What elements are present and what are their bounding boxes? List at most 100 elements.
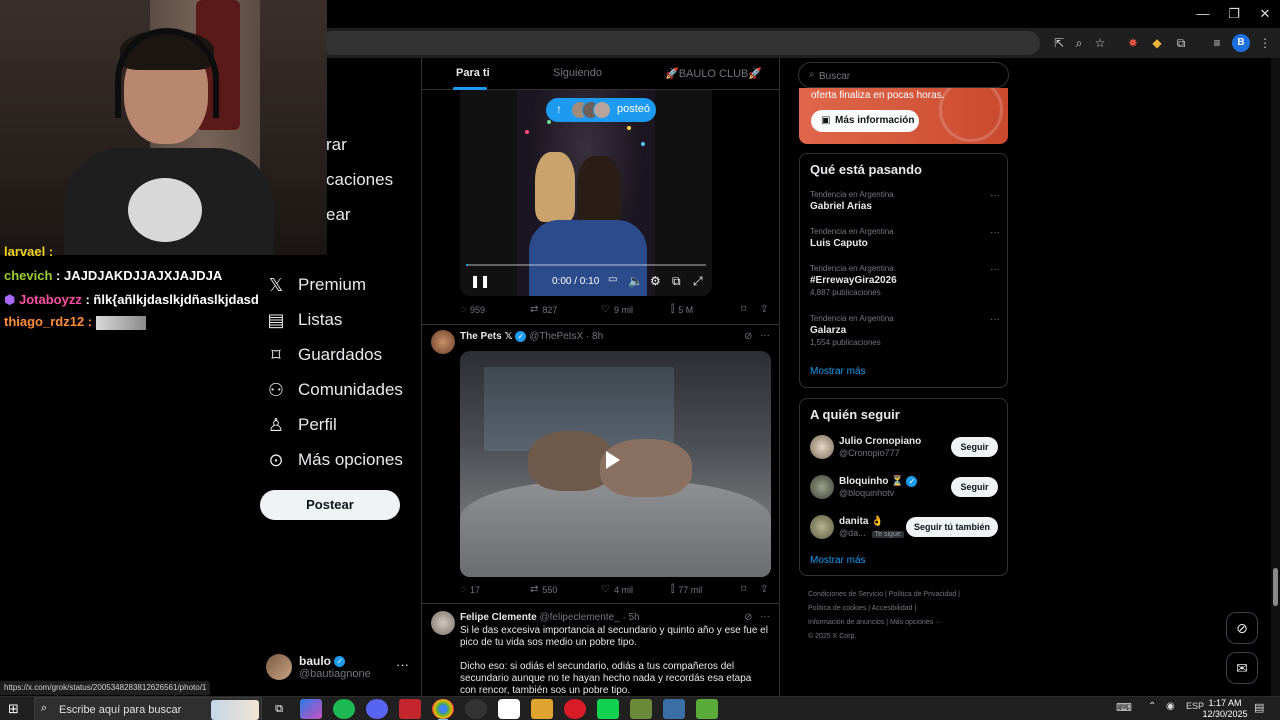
trend-item[interactable]: Tendencia en Argentina Luis Caputo ··· [810, 227, 1000, 249]
close-icon[interactable]: ✕ [1250, 4, 1280, 24]
grok-icon[interactable]: ⊘ [744, 331, 752, 342]
tweet-video-thumbnail[interactable] [460, 351, 771, 577]
repost-button[interactable]: ⇄ 550 [530, 584, 557, 595]
like-button[interactable]: ♡ 9 mil [601, 304, 633, 315]
more-icon[interactable]: ··· [990, 314, 1000, 325]
follow-back-button[interactable]: Seguir tú también [906, 517, 998, 537]
extension-icon[interactable]: ✸ [1124, 34, 1142, 52]
app-icon[interactable] [696, 699, 718, 719]
nav-item-partial-1[interactable]: rar [326, 130, 347, 160]
extension-color-icon[interactable]: ◆ [1148, 34, 1166, 52]
taskbar-search-input[interactable] [59, 702, 219, 718]
network-icon[interactable]: ◉ [1166, 701, 1175, 712]
bookmark-button[interactable]: ⌑ [741, 584, 746, 595]
trend-item[interactable]: Tendencia en Argentina Galarza 1,554 pub… [810, 314, 1000, 347]
share-button[interactable]: ⇪ [760, 304, 768, 315]
media-control-icon[interactable]: ≡ [1208, 34, 1226, 52]
obs-icon[interactable] [465, 699, 487, 719]
follow-button[interactable]: Seguir [951, 437, 998, 457]
tweet-author-handle[interactable]: @felipeclemente_ [539, 612, 619, 623]
follow-suggestion[interactable]: Bloquinho ⏳ ✓ @bloquinhotv Seguir [810, 475, 1000, 503]
show-more-link[interactable]: Mostrar más [810, 555, 866, 566]
search-input[interactable] [819, 67, 999, 85]
avatar[interactable] [431, 611, 455, 635]
tweet-author-name[interactable]: The Pets 𝕏 [460, 331, 513, 342]
nav-item-premium[interactable]: 𝕏 Premium [266, 270, 366, 300]
chevron-up-icon[interactable]: ⌃ [1148, 701, 1156, 712]
opera-icon[interactable] [564, 699, 586, 719]
taskbar-search[interactable]: ⌕ [34, 697, 262, 720]
repost-button[interactable]: ⇄ 827 [530, 304, 557, 315]
app-icon[interactable] [399, 699, 421, 719]
settings-gear-icon[interactable]: ⚙ [650, 274, 661, 288]
capcut-icon[interactable] [498, 699, 520, 719]
extensions-puzzle-icon[interactable]: ⧉ [1172, 34, 1190, 52]
reply-button[interactable]: ◌ 17 [460, 584, 480, 595]
tweet-time[interactable]: · 8h [586, 331, 603, 342]
more-icon[interactable]: ··· [760, 611, 770, 622]
profile-avatar-icon[interactable]: B [1232, 34, 1250, 52]
chrome-icon[interactable] [432, 699, 454, 720]
tab-baulo-club[interactable]: 🚀BAULO CLUB🚀 [665, 67, 762, 80]
mute-icon[interactable]: 🔈 [628, 274, 643, 288]
follow-suggestion[interactable]: danita 👌 @da... Te sigue Seguir tú tambié… [810, 515, 1000, 543]
minimize-icon[interactable]: — [1188, 4, 1218, 24]
footer-line[interactable]: Información de anuncios | Más opciones ·… [808, 616, 1008, 630]
nav-item-mas-opciones[interactable]: ⊙ Más opciones [266, 445, 402, 475]
task-view-icon[interactable]: ⧉ [268, 699, 290, 719]
messages-icon[interactable]: ✉ [1226, 652, 1258, 684]
tab-siguiendo[interactable]: Siguiendo [553, 67, 602, 79]
more-icon[interactable]: ··· [396, 657, 409, 672]
new-posts-pill[interactable]: ↑ posteó [546, 98, 656, 122]
nav-item-perfil[interactable]: ♙ Perfil [266, 410, 337, 440]
pause-icon[interactable]: ❚❚ [470, 274, 490, 288]
more-icon[interactable]: ··· [990, 190, 1000, 201]
tab-para-ti[interactable]: Para ti [456, 67, 490, 79]
grok-icon[interactable]: ⊘ [744, 612, 752, 623]
nav-item-comunidades[interactable]: ⚇ Comunidades [266, 375, 403, 405]
zoom-icon[interactable]: ⌕ [1070, 34, 1088, 52]
follow-suggestion[interactable]: Julio Cronopiano @Cronopio777 Seguir [810, 435, 1000, 463]
more-icon[interactable]: ··· [990, 227, 1000, 238]
nav-item-partial-2[interactable]: caciones [326, 165, 393, 195]
video-progress-bar[interactable] [466, 264, 706, 266]
browser-menu-icon[interactable]: ⋮ [1256, 34, 1274, 52]
more-info-button[interactable]: ▣ Más información [811, 110, 919, 132]
star-icon[interactable]: ☆ [1091, 34, 1109, 52]
page-scrollbar[interactable] [1271, 58, 1280, 696]
captions-icon[interactable]: ▭ [608, 274, 617, 285]
restore-icon[interactable]: ❐ [1219, 4, 1249, 24]
footer-line[interactable]: Política de cookies | Accesibilidad | [808, 602, 1008, 616]
more-icon[interactable]: ··· [760, 330, 770, 341]
views-button[interactable]: ⫿ 5 M [671, 304, 693, 315]
search-box[interactable]: ⌕ [798, 62, 1009, 88]
tweet-author-handle[interactable]: @ThePetsX [529, 331, 583, 342]
keyboard-icon[interactable]: ⌨ [1116, 701, 1132, 714]
views-button[interactable]: ⫿ 77 mil [671, 584, 702, 595]
post-button[interactable]: Postear [260, 490, 400, 520]
footer-line[interactable]: Condiciones de Servicio | Política de Pr… [808, 588, 1008, 602]
tweet-time[interactable]: · 5h [622, 612, 639, 623]
trend-item[interactable]: Tendencia en Argentina #ErrewayGira2026 … [810, 264, 1000, 297]
nav-item-partial-3[interactable]: ear [326, 200, 351, 230]
more-icon[interactable]: ··· [990, 264, 1000, 275]
nav-item-listas[interactable]: ▤ Listas [266, 305, 342, 335]
address-bar[interactable] [320, 31, 1040, 55]
follow-button[interactable]: Seguir [951, 477, 998, 497]
kick-icon[interactable] [597, 699, 619, 719]
app-icon[interactable] [663, 699, 685, 719]
share-button[interactable]: ⇪ [760, 584, 768, 595]
spotify-icon[interactable] [333, 699, 355, 719]
fullscreen-icon[interactable]: ⤢ [693, 274, 703, 289]
minecraft-icon[interactable] [630, 699, 652, 719]
avatar[interactable] [431, 330, 455, 354]
play-icon[interactable] [606, 451, 620, 469]
trend-item[interactable]: Tendencia en Argentina Gabriel Arias ··· [810, 190, 1000, 212]
tweet-author-name[interactable]: Felipe Clemente [460, 612, 537, 623]
account-switcher[interactable]: baulo ✓ @bautiagnone ··· [266, 652, 416, 684]
file-explorer-icon[interactable] [531, 699, 553, 719]
system-clock[interactable]: 1:17 AM 12/30/2025 [1200, 698, 1250, 720]
show-more-link[interactable]: Mostrar más [810, 366, 866, 377]
nav-item-guardados[interactable]: ⌑ Guardados [266, 340, 382, 370]
cast-icon[interactable]: ⇱ [1050, 34, 1068, 52]
